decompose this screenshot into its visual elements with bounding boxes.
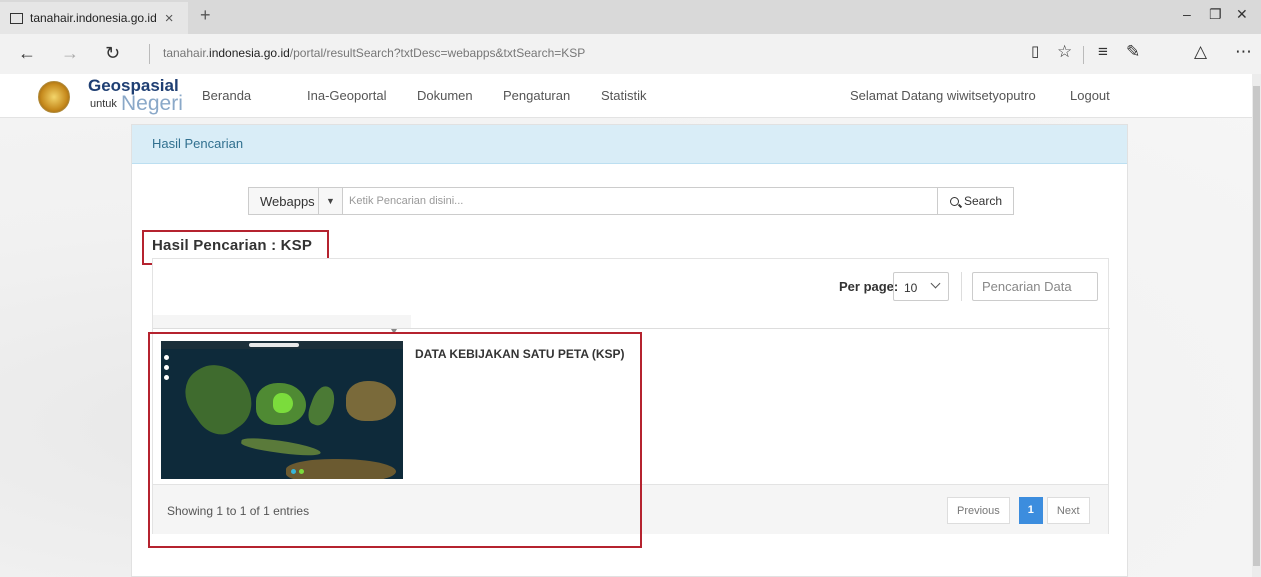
search-button-label: Search: [964, 194, 1003, 208]
refresh-icon[interactable]: ↻: [105, 43, 120, 64]
favorite-star-icon[interactable]: ☆: [1057, 42, 1072, 62]
search-type-select[interactable]: Webapps: [249, 188, 319, 214]
search-icon: [950, 197, 959, 206]
browser-tab[interactable]: tanahair.indonesia.go.id ×: [0, 2, 188, 34]
close-window-icon[interactable]: ✕: [1236, 6, 1248, 23]
browser-tab-bar: tanahair.indonesia.go.id × + – ❐ ✕: [0, 0, 1261, 34]
chevron-down-icon: [930, 278, 941, 289]
table-header-sorted-column[interactable]: [153, 315, 411, 329]
site-navbar: Geospasial untuk Negeri Beranda Ina-Geop…: [0, 74, 1252, 118]
previous-page-button[interactable]: Previous: [947, 497, 1010, 524]
garuda-logo[interactable]: [38, 81, 70, 113]
data-search-input[interactable]: [972, 272, 1098, 301]
logout-link[interactable]: Logout: [1070, 88, 1110, 103]
nav-beranda[interactable]: Beranda: [202, 88, 251, 103]
address-bar: ← → ↻ tanahair.indonesia.go.id/portal/re…: [0, 34, 1261, 74]
url-separator: [149, 44, 150, 64]
caret-down-icon[interactable]: ▼: [319, 188, 343, 214]
next-page-button[interactable]: Next: [1046, 497, 1090, 524]
toolbar-separator: [1083, 46, 1084, 64]
card-header: Hasil Pencarian: [132, 125, 1127, 164]
reading-view-icon[interactable]: ▯: [1031, 42, 1039, 60]
hub-icon[interactable]: ≡: [1098, 42, 1108, 62]
per-page-label: Per page:: [839, 279, 899, 294]
tab-page-icon: [10, 12, 23, 24]
minimize-icon[interactable]: –: [1183, 6, 1191, 22]
web-page: Geospasial untuk Negeri Beranda Ina-Geop…: [0, 74, 1252, 577]
page-scrollbar-thumb[interactable]: [1253, 86, 1260, 566]
tab-title: tanahair.indonesia.go.id: [30, 11, 157, 25]
search-results-card: Hasil Pencarian Webapps ▼ Search Hasil P…: [131, 124, 1128, 577]
per-page-value: 10: [904, 281, 918, 295]
new-tab-icon[interactable]: +: [200, 5, 211, 26]
share-icon[interactable]: △: [1194, 42, 1207, 62]
welcome-user[interactable]: Selamat Datang wiwitsetyoputro: [850, 88, 1036, 103]
tab-close-icon[interactable]: ×: [165, 10, 174, 27]
pagination: Previous 1 Next: [947, 497, 1090, 524]
highlight-box-result: [148, 332, 642, 548]
search-bar: Webapps ▼ Search: [248, 187, 1014, 215]
back-icon[interactable]: ←: [18, 43, 36, 64]
url-field[interactable]: tanahair.indonesia.go.id/portal/resultSe…: [163, 46, 585, 60]
brand-untuk: untuk: [90, 98, 117, 110]
toolbar-divider: [961, 272, 962, 301]
nav-pengaturan[interactable]: Pengaturan: [503, 88, 570, 103]
brand-negeri: Negeri: [121, 92, 183, 115]
forward-icon[interactable]: →: [61, 43, 79, 64]
restore-icon[interactable]: ❐: [1209, 6, 1222, 23]
nav-ina-geoportal[interactable]: Ina-Geoportal: [307, 88, 387, 103]
nav-dokumen[interactable]: Dokumen: [417, 88, 473, 103]
nav-statistik[interactable]: Statistik: [601, 88, 647, 103]
per-page-select[interactable]: 10: [893, 272, 949, 301]
search-input[interactable]: [349, 188, 929, 214]
more-icon[interactable]: ⋯: [1235, 42, 1252, 62]
web-note-icon[interactable]: ✎: [1126, 42, 1140, 62]
page-1-button[interactable]: 1: [1018, 497, 1043, 524]
search-button[interactable]: Search: [937, 188, 1013, 214]
